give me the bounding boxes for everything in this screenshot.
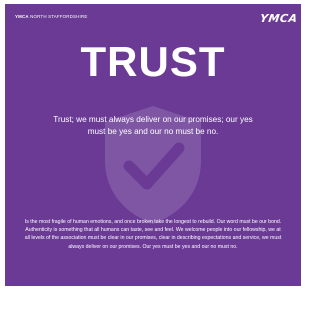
org-name: YMCA NORTH STAFFORDSHIRE [15,14,87,19]
org-name-prefix: YMCA [15,14,29,19]
org-name-rest: NORTH STAFFORDSHIRE [28,14,88,19]
body-text: Is the most fragile of human emotions, a… [24,219,282,250]
trust-card: YMCA NORTH STAFFORDSHIRE YMCA TRUST Trus… [5,4,301,286]
card-header: YMCA NORTH STAFFORDSHIRE YMCA [5,4,301,26]
subtitle: Trust; we must always deliver on our pro… [53,115,253,136]
headline: TRUST [80,38,226,85]
ymca-logo: YMCA [258,12,298,25]
